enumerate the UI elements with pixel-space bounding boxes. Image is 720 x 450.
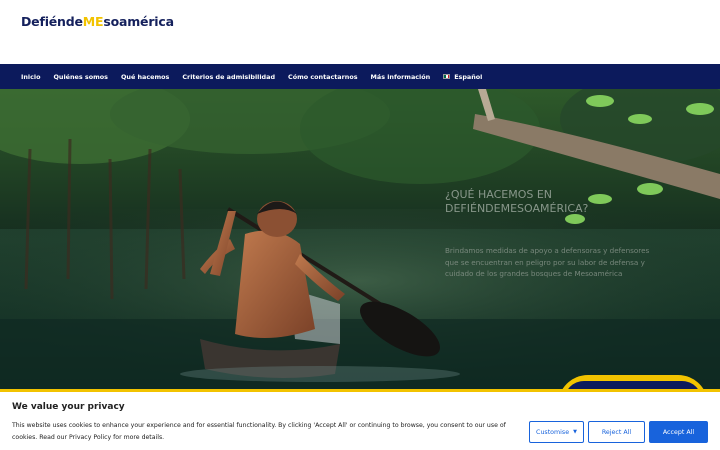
nav-item-label: Quiénes somos [53, 72, 108, 81]
nav-item-quienes-somos[interactable]: Quiénes somos [54, 73, 108, 81]
nav-item-label: Qué hacemos [120, 72, 170, 81]
nav-item-contacto[interactable]: Cómo contactarnos [288, 73, 358, 81]
nav-item-criterios[interactable]: Criterios de admisibilidad [182, 73, 275, 81]
hero-text: Brindamos medidas de apoyo a defensoras … [445, 246, 650, 278]
nav-item-label: Inicio [21, 72, 41, 81]
site-header: DefiéndeMEsoamérica [0, 0, 720, 64]
nav-item-label: Criterios de admisibilidad [182, 72, 276, 81]
mexico-flag-icon [443, 74, 451, 79]
nav-item-language[interactable]: Español [443, 73, 482, 81]
nav-item-mas-informacion[interactable]: Más información [371, 73, 431, 81]
customise-button[interactable]: Customise ▼ [529, 421, 584, 443]
hero-section: ¿Qué hacemos en DefiéndeMEsoamérica? Bri… [0, 89, 720, 389]
customise-label: Customise [536, 428, 570, 436]
nav-item-label: Español [454, 72, 483, 81]
reject-label: Reject All [601, 428, 632, 436]
hero-heading: ¿Qué hacemos en DefiéndeMEsoamérica? [445, 188, 589, 215]
page: DefiéndeMEsoamérica Inicio Quiénes somos… [0, 0, 720, 450]
site-logo[interactable]: DefiéndeMEsoamérica [21, 14, 174, 29]
nav-item-que-hacemos[interactable]: Qué hacemos [121, 73, 169, 81]
cookie-banner: We value your privacy This website uses … [0, 389, 720, 450]
hero-image [0, 89, 720, 389]
nav-item-label: Cómo contactarnos [288, 72, 358, 81]
nav-item-inicio[interactable]: Inicio [21, 73, 41, 81]
caret-down-icon: ▼ [573, 429, 577, 435]
logo-suffix: soamérica [103, 14, 174, 29]
logo-prefix: Defiénde [21, 14, 83, 29]
logo-accent: ME [82, 14, 104, 29]
main-nav: Inicio Quiénes somos Qué hacemos Criteri… [0, 64, 720, 89]
reject-all-button[interactable]: Reject All [588, 421, 645, 443]
accept-all-button[interactable]: Accept All [649, 421, 708, 443]
cookie-title: We value your privacy [12, 402, 125, 412]
nav-item-label: Más información [370, 72, 431, 81]
accept-label: Accept All [662, 428, 695, 436]
cookie-text: This website uses cookies to enhance you… [12, 422, 506, 441]
